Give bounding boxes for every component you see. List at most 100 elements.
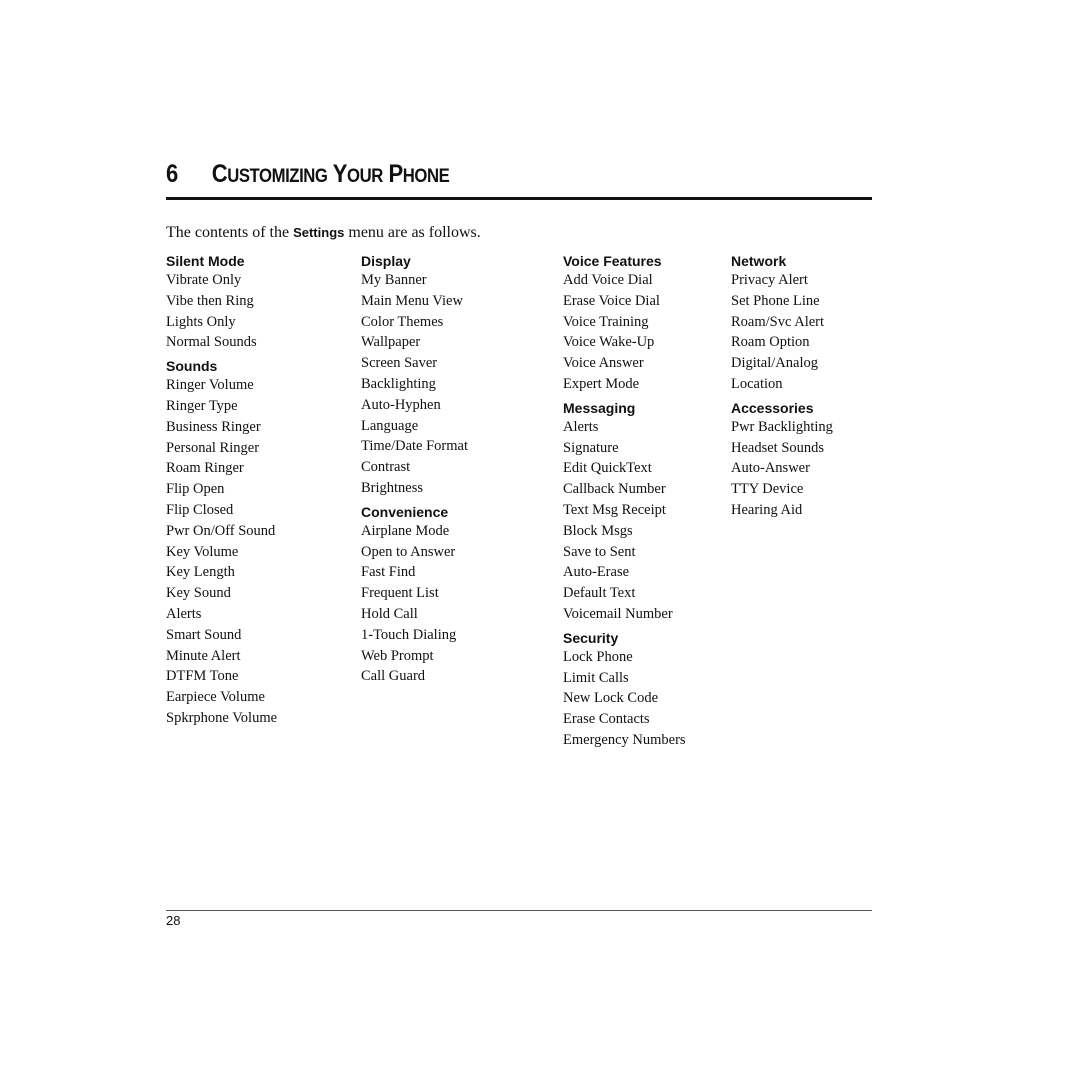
title-rule xyxy=(166,197,872,200)
menu-item: Add Voice Dial xyxy=(563,272,653,288)
menu-item: Erase Voice Dial xyxy=(563,292,660,309)
menu-item: Ringer Volume xyxy=(166,377,254,394)
menu-item: Vibe then Ring xyxy=(166,292,254,309)
menu-item: Key Sound xyxy=(166,585,231,602)
menu-section: Voice Features Add Voice Dial Erase Voice … xyxy=(563,252,686,395)
menu-item: Roam/Svc Alert xyxy=(731,313,825,330)
menu-column: Silent Mode Vibrate Only Vibe then Ring Lig… xyxy=(166,252,277,733)
menu-item: Set Phone Line xyxy=(731,292,820,309)
menu-item: Open to Answer xyxy=(361,543,456,560)
menu-item: Color Themes xyxy=(361,313,444,330)
menu-item: Spkrphone Volume xyxy=(166,709,278,726)
section-heading: Network xyxy=(731,253,787,269)
section-heading: Security xyxy=(563,629,619,646)
menu-section: Silent Mode Vibrate Only Vibe then Ring Lig… xyxy=(166,252,277,353)
intro-paragraph: The contents of the Settings menu are as… xyxy=(166,224,481,241)
menu-item: Save to Sent xyxy=(563,543,636,560)
menu-item: Brightness xyxy=(361,479,424,496)
menu-item: My Banner xyxy=(361,272,427,288)
menu-item: Roam Ringer xyxy=(166,460,244,477)
menu-item: Headset Sounds xyxy=(731,439,825,456)
menu-section: Security Lock Phone Limit Calls New Lock Co… xyxy=(563,629,686,751)
menu-item: Privacy Alert xyxy=(731,272,808,288)
section-heading: Voice Features xyxy=(563,253,662,269)
chapter-title-word: YOUR xyxy=(332,160,384,188)
menu-item: Alerts xyxy=(563,418,599,435)
menu-section: Accessories Pwr Backlighting Headset Sound… xyxy=(731,399,833,521)
menu-item: Roam Option xyxy=(731,334,810,351)
menu-item: Contrast xyxy=(361,459,411,476)
section-heading: Accessories xyxy=(731,399,814,416)
chapter-title-word: PHONE xyxy=(388,160,450,188)
menu-item: Emergency Numbers xyxy=(563,731,686,748)
menu-section: Network Privacy Alert Set Phone Line Roam/S… xyxy=(731,252,833,395)
section-heading: Silent Mode xyxy=(166,253,245,269)
menu-item: Block Msgs xyxy=(563,522,633,539)
menu-item: Time/Date Format xyxy=(361,438,469,455)
menu-item: Edit QuickText xyxy=(563,460,652,477)
section-heading: Convenience xyxy=(361,503,449,520)
menu-item: Ringer Type xyxy=(166,397,238,414)
menu-item: Backlighting xyxy=(361,375,436,392)
menu-item: Voicemail Number xyxy=(563,605,673,622)
menu-item: Voice Wake-Up xyxy=(563,334,655,351)
menu-item: Smart Sound xyxy=(166,626,242,643)
menu-column: Display My Banner Main Menu View Color Them… xyxy=(361,252,468,691)
menu-item: Airplane Mode xyxy=(361,522,450,539)
menu-item: Auto-Answer xyxy=(731,460,810,477)
section-heading: Display xyxy=(361,253,411,269)
menu-item: Key Length xyxy=(166,564,235,581)
settings-keyword: Settings xyxy=(293,225,345,240)
footer-rule xyxy=(166,910,872,911)
menu-item: Business Ringer xyxy=(166,418,261,435)
menu-item: Expert Mode xyxy=(563,375,640,392)
menu-section: Convenience Airplane Mode Open to Answer Fa… xyxy=(361,503,468,687)
menu-item: Earpiece Volume xyxy=(166,689,265,706)
menu-item: Voice Answer xyxy=(563,355,644,372)
menu-item: TTY Device xyxy=(731,481,804,498)
menu-item: Fast Find xyxy=(361,564,416,581)
menu-item: Vibrate Only xyxy=(166,272,242,288)
menu-item: Flip Open xyxy=(166,481,225,498)
page-number: 28 xyxy=(166,913,181,928)
menu-item: Pwr Backlighting xyxy=(731,418,833,435)
menu-item: Lights Only xyxy=(166,313,236,330)
menu-item: Personal Ringer xyxy=(166,439,260,456)
chapter-title: 6 CUSTOMIZING YOUR PHONE xyxy=(166,160,450,189)
section-heading: Sounds xyxy=(166,358,218,375)
menu-item: Voice Training xyxy=(563,313,649,330)
menu-item: Callback Number xyxy=(563,481,666,498)
menu-section: Display My Banner Main Menu View Color Them… xyxy=(361,252,468,499)
menu-item: Signature xyxy=(563,439,619,456)
menu-item: Wallpaper xyxy=(361,334,421,351)
menu-item: Erase Contacts xyxy=(563,711,650,728)
menu-item: Digital/Analog xyxy=(731,355,818,372)
menu-item: Location xyxy=(731,375,783,392)
menu-item: Flip Closed xyxy=(166,501,234,518)
menu-item: Normal Sounds xyxy=(166,334,257,351)
chapter-title-word: CUSTOMIZING xyxy=(211,160,328,188)
menu-item: Hearing Aid xyxy=(731,501,803,518)
menu-item: Web Prompt xyxy=(361,647,434,664)
menu-item: Default Text xyxy=(563,585,636,602)
menu-item: Pwr On/Off Sound xyxy=(166,522,276,539)
menu-item: Key Volume xyxy=(166,543,239,560)
menu-item: Alerts xyxy=(166,605,202,622)
section-heading: Messaging xyxy=(563,399,636,416)
menu-item: Frequent List xyxy=(361,585,439,602)
menu-section: Sounds Ringer Volume Ringer Type Business R… xyxy=(166,357,277,729)
menu-item: Minute Alert xyxy=(166,647,241,664)
menu-column: Voice Features Add Voice Dial Erase Voice … xyxy=(563,252,686,755)
menu-item: DTFM Tone xyxy=(166,668,239,685)
menu-section: Messaging Alerts Signature Edit QuickText Ca… xyxy=(563,399,686,625)
menu-item: New Lock Code xyxy=(563,690,659,707)
menu-item: Main Menu View xyxy=(361,292,463,309)
chapter-number: 6 xyxy=(166,160,178,188)
menu-item: Lock Phone xyxy=(563,648,633,665)
menu-item: Hold Call xyxy=(361,605,418,622)
menu-column: Network Privacy Alert Set Phone Line Roam/S… xyxy=(731,252,833,525)
menu-item: Text Msg Receipt xyxy=(563,501,666,518)
menu-item: 1-Touch Dialing xyxy=(361,626,457,643)
menu-item: Language xyxy=(361,417,419,434)
menu-item: Auto-Hyphen xyxy=(361,396,441,413)
